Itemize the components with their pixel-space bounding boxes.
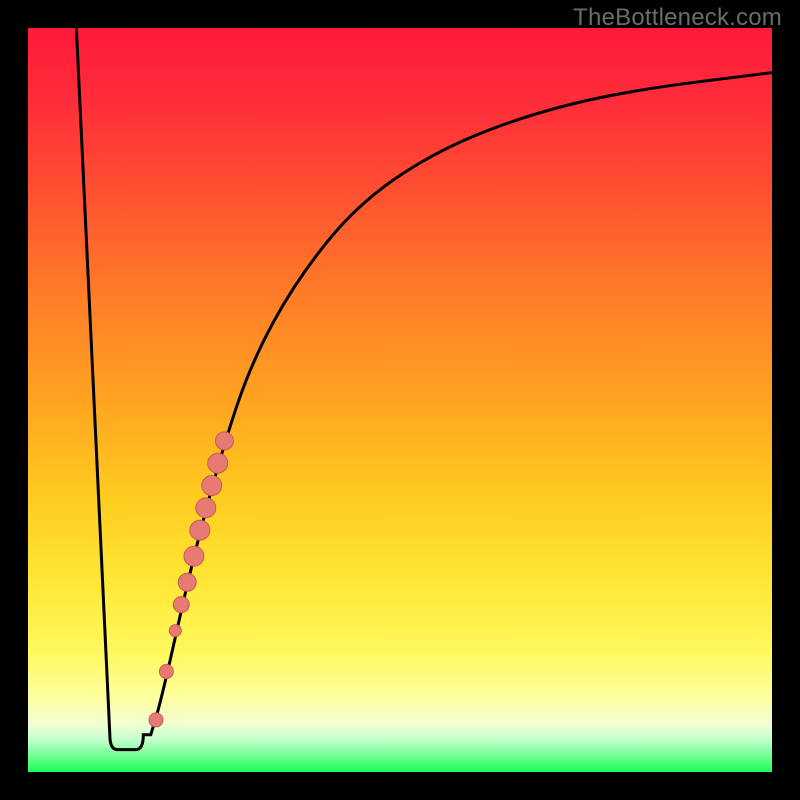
highlight-dot <box>196 498 216 518</box>
watermark-text: TheBottleneck.com <box>573 4 782 32</box>
highlight-dot <box>169 625 181 637</box>
highlight-dot <box>208 453 228 473</box>
bottleneck-chart <box>28 28 772 772</box>
highlight-dot <box>215 432 233 450</box>
plot-frame <box>28 28 772 772</box>
highlight-dot <box>190 520 210 540</box>
highlight-dot <box>173 597 189 613</box>
highlight-dot <box>178 573 196 591</box>
highlight-dot <box>202 476 222 496</box>
highlight-dot <box>184 546 204 566</box>
gradient-background <box>28 28 772 772</box>
highlight-dot <box>159 665 173 679</box>
highlight-dot <box>149 713 163 727</box>
